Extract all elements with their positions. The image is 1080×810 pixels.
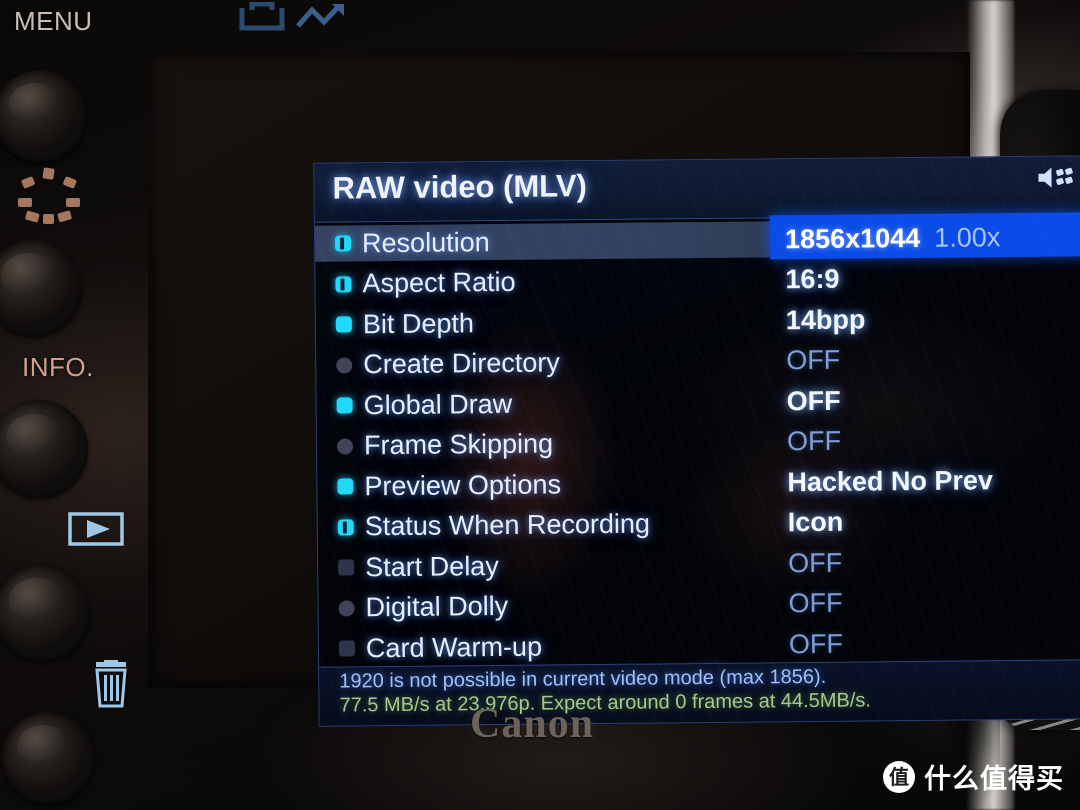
menu-item-value-text: OFF xyxy=(786,385,841,416)
menu-bullet-icon xyxy=(336,397,353,414)
menu-item-value-text: 14bpp xyxy=(785,304,866,335)
playback-button[interactable] xyxy=(0,565,90,661)
menu-button[interactable] xyxy=(0,70,86,162)
page-title: RAW video (MLV) xyxy=(332,168,588,206)
help-panel: 1920 is not possible in current video mo… xyxy=(319,659,1080,726)
menu-item-label: Card Warm-up xyxy=(365,631,543,664)
menu-bullet-icon xyxy=(335,276,352,293)
menu-row-left: Preview Options xyxy=(317,462,772,507)
menu-bullet-icon xyxy=(335,316,352,333)
watermark-text: 什么值得买 xyxy=(924,764,1064,795)
menu-item-value[interactable]: OFF xyxy=(786,345,840,377)
menu-row-left: Global Draw xyxy=(316,381,771,426)
menu-item-value-text: OFF xyxy=(788,587,843,619)
menu-item-value[interactable]: OFF xyxy=(787,426,841,458)
menu-item-label: Digital Dolly xyxy=(365,591,509,623)
menu-item-value[interactable]: 14bpp xyxy=(786,304,866,336)
menu-item-label: Create Directory xyxy=(363,347,560,380)
menu-item-value[interactable]: 16:9 xyxy=(785,264,839,296)
menu-item-label: Bit Depth xyxy=(362,307,475,340)
menu-bullet-icon xyxy=(337,519,354,536)
menu-item-list[interactable]: Resolution 1856x1044 1.00x Aspect Ratio 16:9… xyxy=(314,212,1080,669)
brightness-button[interactable] xyxy=(0,240,82,336)
speaker-audio-icon xyxy=(1036,166,1074,188)
info-button[interactable] xyxy=(0,400,88,498)
watermark: 值 什么值得买 xyxy=(883,757,1064,796)
menu-item-value[interactable]: OFF xyxy=(788,547,842,579)
menu-item-label: Global Draw xyxy=(363,388,513,421)
menu-item-value[interactable]: Icon xyxy=(788,507,844,539)
info-button-label[interactable]: INFO. xyxy=(22,352,94,383)
menu-item-value-text: OFF xyxy=(786,425,842,457)
menu-item-value[interactable]: OFF xyxy=(786,385,840,417)
menu-row-left: Start Delay xyxy=(318,543,773,588)
lcd-screen: RAW video (MLV) Resolution 1856x1044 1.00x… xyxy=(313,155,1080,727)
menu-row-left: Resolution xyxy=(315,219,770,264)
camera-body: MENU INFO. RAW video (MLV) Resolution 18… xyxy=(0,0,1080,810)
menu-row-left: Frame Skipping xyxy=(317,422,772,467)
menu-item-value-text: 16:9 xyxy=(785,263,840,295)
menu-row-left: Status When Recording xyxy=(318,503,773,548)
menu-bullet-icon xyxy=(337,478,354,495)
menu-item-label: Aspect Ratio xyxy=(362,267,516,299)
menu-row-left: Digital Dolly xyxy=(318,584,773,629)
watermark-badge-icon: 值 xyxy=(883,760,915,793)
menu-bullet-icon xyxy=(338,600,355,617)
menu-item-value[interactable]: OFF xyxy=(788,588,842,620)
menu-bullet-icon xyxy=(336,357,353,374)
help-warning-text: 1920 is not possible in current video mo… xyxy=(339,665,827,693)
menu-item-value-text: OFF xyxy=(786,344,841,376)
menu-item-value-suffix: 1.00x xyxy=(934,221,1001,253)
menu-button-label[interactable]: MENU xyxy=(14,6,93,37)
menu-item-value-text: OFF xyxy=(788,547,843,578)
menu-row-left: Create Directory xyxy=(316,341,771,386)
menu-item-label: Resolution xyxy=(361,226,490,259)
menu-bullet-icon xyxy=(338,559,355,576)
brand-logo: Canon xyxy=(470,701,595,747)
menu-bullet-icon xyxy=(335,235,352,252)
menu-bullet-icon xyxy=(336,438,354,455)
menu-row-left: Aspect Ratio xyxy=(315,260,770,305)
menu-item-value[interactable]: OFF xyxy=(789,628,843,660)
menu-item-value-text: Icon xyxy=(787,506,844,538)
menu-bullet-icon xyxy=(338,640,356,657)
menu-item-value[interactable]: Hacked No Prev xyxy=(787,465,993,498)
picture-style-icon[interactable] xyxy=(236,1,348,36)
menu-item-label: Status When Recording xyxy=(364,508,651,542)
lcd-bezel: RAW video (MLV) Resolution 1856x1044 1.00x… xyxy=(148,52,1080,727)
trash-icon[interactable] xyxy=(90,660,132,708)
menu-item-value-text: Hacked No Prev xyxy=(787,464,994,497)
menu-item-label: Preview Options xyxy=(364,469,562,502)
brightness-sun-icon[interactable] xyxy=(16,166,82,226)
erase-button[interactable] xyxy=(2,712,94,804)
menu-item-label: Frame Skipping xyxy=(363,428,554,461)
menu-item-value-text: 1856x1044 xyxy=(784,222,921,254)
menu-item-value[interactable]: 1856x1044 1.00x xyxy=(785,222,1001,255)
menu-item-label: Start Delay xyxy=(365,550,499,583)
playback-icon[interactable] xyxy=(68,512,124,546)
menu-item-value-text: OFF xyxy=(788,628,844,659)
menu-row-left: Bit Depth xyxy=(316,300,771,345)
help-bitrate-text: 77.5 MB/s at 23.976p. Expect around 0 fr… xyxy=(339,689,872,717)
